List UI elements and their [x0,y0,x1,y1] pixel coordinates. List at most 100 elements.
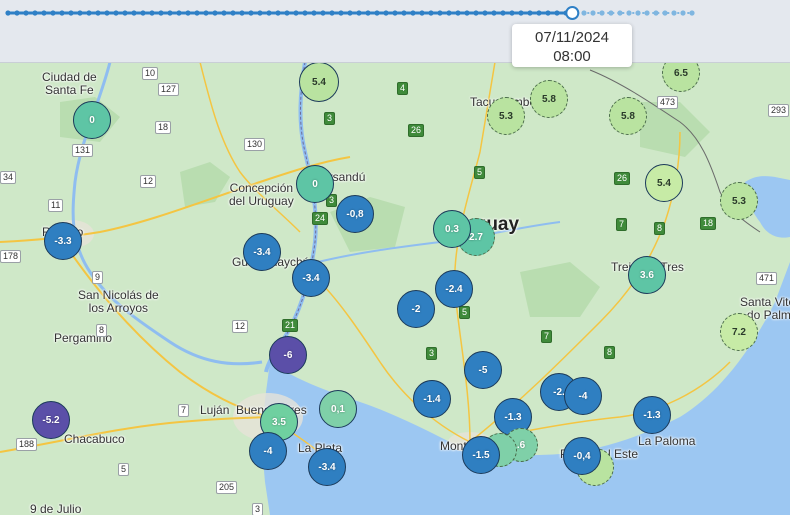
timeline-step-dot [113,10,119,16]
timeline-step-dot [509,10,515,16]
timeline-step-dot [419,10,425,16]
timeline-step-dot [338,10,344,16]
route-shield-uy: 18 [700,217,717,230]
place-label-lujan: Luján [200,403,230,417]
timeline-step-dot [302,10,308,16]
place-label-concepcion-del-uruguay: Concepción del Uruguay [229,181,294,208]
temperature-marker[interactable]: 5.3 [487,97,525,135]
timeline-step-dot [41,10,47,16]
timeline-step-dot [14,10,20,16]
timeline-handle[interactable] [565,6,580,20]
timeline-step-dot [644,10,650,16]
temperature-marker[interactable]: -2.4 [435,270,473,308]
timeline-step-dot [86,10,92,16]
timeline-slider[interactable] [0,0,790,62]
timeline-step-dot [257,10,263,16]
temperature-marker[interactable]: 3.6 [628,256,666,294]
timeline-step-dot [491,10,497,16]
timeline-step-dot [167,10,173,16]
timeline-step-dot [428,10,434,16]
temperature-marker[interactable]: -5 [464,351,502,389]
timeline-step-dot [410,10,416,16]
timeline-step-dot [149,10,155,16]
temperature-marker[interactable]: -1.5 [462,436,500,474]
timeline-step-dot [671,10,677,16]
timeline-step-dot [374,10,380,16]
timeline-step-dot [626,10,632,16]
temperature-marker[interactable]: -0,8 [336,195,374,233]
place-label-ciudad-de-santa-fe: Ciudad de Santa Fe [42,70,97,97]
temperature-marker[interactable]: -3.4 [292,259,330,297]
timeline-step-dot [401,10,407,16]
timeline-step-dot [392,10,398,16]
map-canvas[interactable]: Ciudad de Santa Fe Concepción del Uruguay… [0,62,790,515]
timeline-step-dot [473,10,479,16]
temperature-marker[interactable]: 0 [296,165,334,203]
timeline-step-dot [653,10,659,16]
timeline-step-dot [320,10,326,16]
tooltip-date: 07/11/2024 [535,29,609,46]
timeline-step-dot [194,10,200,16]
timeline-step-dot [635,10,641,16]
timeline-step-dot [383,10,389,16]
timeline-step-dot [32,10,38,16]
route-shield-uy: 21 [282,319,299,332]
timeline-tooltip: 07/11/2024 08:00 [512,24,632,67]
temperature-marker[interactable]: 0,1 [319,390,357,428]
temperature-marker[interactable]: -3.4 [243,233,281,271]
timeline-step-dot [599,10,605,16]
temperature-marker[interactable]: 0 [73,101,111,139]
temperature-marker[interactable]: -0,4 [563,437,601,475]
timeline-step-dot [689,10,695,16]
route-shield: 188 [16,438,38,451]
timeline-step-dot [365,10,371,16]
timeline-step-dot [437,10,443,16]
timeline-step-dot [518,10,524,16]
temperature-marker[interactable]: -5.2 [32,401,70,439]
temperature-marker[interactable]: -4 [564,377,602,415]
temperature-marker[interactable]: 5.8 [609,97,647,135]
timeline-step-dot [536,10,542,16]
timeline-step-dot [554,10,560,16]
route-shield-uy: 3 [324,112,336,125]
route-shield: 178 [0,250,22,263]
temperature-marker[interactable]: -3.3 [44,222,82,260]
timeline-step-dot [464,10,470,16]
temperature-marker[interactable]: -3.4 [308,448,346,486]
temperature-marker[interactable]: 7.2 [720,313,758,351]
temperature-marker[interactable]: -6 [269,336,307,374]
route-shield: 9 [92,271,104,284]
temperature-marker[interactable]: 5.4 [299,62,339,102]
route-shield: 34 [0,171,17,184]
route-shield-uy: 7 [616,218,628,231]
timeline-step-dot [590,10,596,16]
route-shield: 12 [232,320,249,333]
timeline-step-dot [482,10,488,16]
route-shield-uy: 7 [541,330,553,343]
temperature-marker[interactable]: -1.4 [413,380,451,418]
route-shield-uy: 3 [426,347,438,360]
timeline-step-dot [581,10,587,16]
route-shield-uy: 8 [654,222,666,235]
timeline-step-dot [347,10,353,16]
timeline-step-dot [293,10,299,16]
timeline-step-dot [158,10,164,16]
temperature-marker[interactable]: -2 [397,290,435,328]
temperature-marker[interactable]: 5.4 [645,164,683,202]
place-label-chacabuco: Chacabuco [64,432,125,446]
vegetation-patch [520,262,600,317]
place-label-la-paloma: La Paloma [638,434,696,448]
temperature-marker[interactable]: 5.8 [530,80,568,118]
temperature-marker[interactable]: 5.3 [720,182,758,220]
timeline-step-dot [455,10,461,16]
route-shield: 18 [155,121,172,134]
timeline-step-dot [275,10,281,16]
route-shield: 130 [244,138,266,151]
timeline-step-dot [203,10,209,16]
timeline-step-dot [185,10,191,16]
temperature-marker[interactable]: -1.3 [633,396,671,434]
route-shield-uy: 4 [397,82,409,95]
temperature-marker[interactable]: 0.3 [433,210,471,248]
route-shield: 3 [252,503,264,515]
temperature-marker[interactable]: -4 [249,432,287,470]
